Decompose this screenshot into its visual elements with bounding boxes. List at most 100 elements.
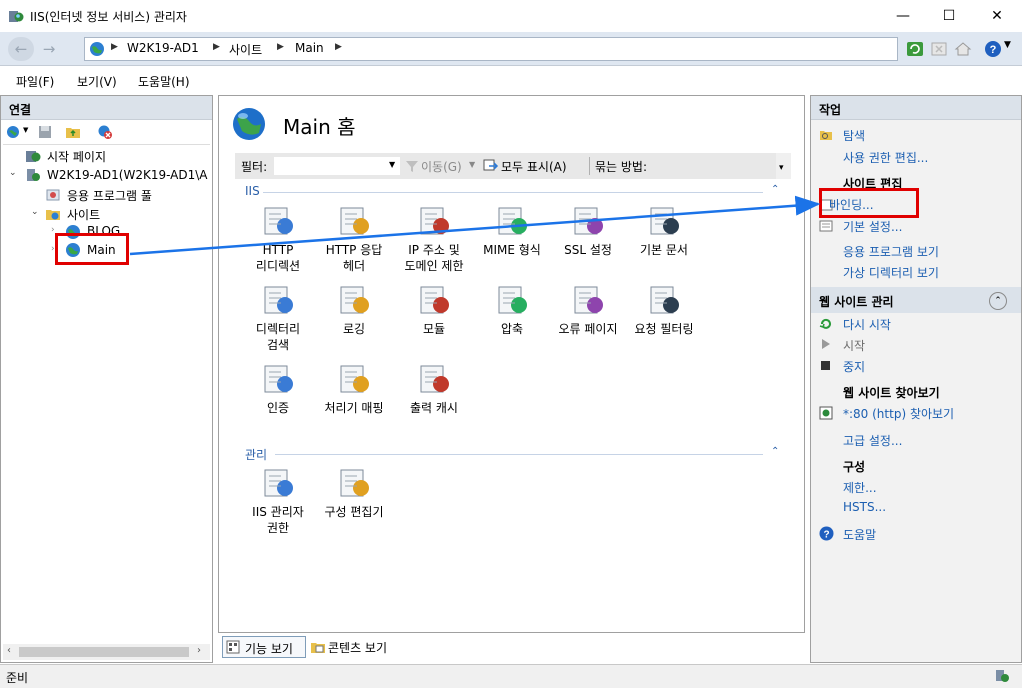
tab-features-label: 기능 보기 (245, 642, 293, 656)
feature-logging[interactable]: 로깅 (315, 283, 393, 337)
action-explore[interactable]: 탐색 (843, 127, 865, 144)
start-icon (822, 339, 830, 349)
save-icon[interactable] (37, 124, 53, 140)
breadcrumb-sites[interactable]: 사이트 (229, 41, 262, 58)
close-button[interactable]: ✕ (974, 0, 1020, 32)
home-icon[interactable] (954, 40, 972, 58)
feature-error-pages[interactable]: 오류 페이지 (549, 283, 627, 337)
status-bar: 준비 (0, 664, 1022, 688)
feature-modules[interactable]: 모듈 (395, 283, 473, 337)
breadcrumb-main[interactable]: Main (295, 41, 324, 55)
globe-icon (90, 42, 104, 56)
connect-globe-icon[interactable] (5, 124, 21, 140)
up-folder-icon[interactable] (65, 124, 81, 140)
stop-icon[interactable] (930, 40, 948, 58)
breadcrumb[interactable]: ▶ W2K19-AD1 ▶ 사이트 ▶ Main ▶ (84, 37, 898, 61)
feature-ssl-settings[interactable]: SSL 설정 (549, 204, 627, 258)
connect-dropdown-icon[interactable]: ▼ (23, 126, 28, 134)
feature-authentication[interactable]: 인증 (239, 362, 317, 416)
breadcrumb-server[interactable]: W2K19-AD1 (127, 41, 199, 55)
feature-output-caching[interactable]: 출력 캐시 (395, 362, 473, 416)
feature-label: 검색 (266, 338, 290, 352)
filter-dropdown-icon[interactable]: ▼ (389, 160, 395, 169)
breadcrumb-separator-icon: ▶ (213, 42, 220, 52)
menu-view[interactable]: 보기(V) (77, 73, 117, 90)
help-dropdown-icon[interactable]: ▼ (1004, 40, 1011, 50)
action-stop[interactable]: 중지 (843, 358, 865, 375)
vertical-scrollbar[interactable]: ▾ (776, 153, 791, 179)
action-advanced-settings[interactable]: 고급 설정... (843, 432, 902, 449)
action-view-applications[interactable]: 응용 프로그램 보기 (843, 243, 939, 260)
scroll-right-icon[interactable]: › (197, 645, 201, 656)
group-divider (275, 454, 763, 455)
tree-item-app-pools[interactable]: 응용 프로그램 풀 (67, 187, 152, 204)
action-browse-80[interactable]: *:80 (http) 찾아보기 (843, 405, 954, 422)
tab-content-view[interactable]: 콘텐츠 보기 (328, 639, 387, 656)
feature-label: 권한 (266, 521, 290, 535)
collapse-section-icon[interactable]: ⌃ (989, 292, 1007, 310)
action-basic-settings[interactable]: 기본 설정... (843, 218, 902, 235)
feature-ip-domain-restrictions[interactable]: IP 주소 및 도메인 제한 (395, 204, 473, 274)
feature-request-filtering[interactable]: 요청 필터링 (625, 283, 703, 337)
action-view-virtual-directories[interactable]: 가상 디렉터리 보기 (843, 264, 939, 281)
feature-label: 오류 페이지 (558, 322, 618, 336)
filter-input[interactable] (273, 156, 401, 176)
scroll-left-icon[interactable]: ‹ (7, 645, 11, 656)
output-caching-icon (420, 365, 449, 393)
scroll-down-icon[interactable]: ▾ (779, 163, 784, 173)
feature-handler-mappings[interactable]: 처리기 매핑 (315, 362, 393, 416)
action-start[interactable]: 시작 (843, 337, 865, 354)
minimize-button[interactable]: — (880, 0, 926, 32)
refresh-icon[interactable] (906, 40, 924, 58)
feature-iis-manager-permissions[interactable]: IIS 관리자 권한 (239, 466, 317, 536)
delete-connection-icon[interactable] (97, 124, 113, 140)
collapse-manage-icon[interactable]: ⌃ (771, 446, 779, 457)
stop-square-icon (821, 361, 830, 370)
action-hsts[interactable]: HSTS... (843, 500, 886, 514)
tree-item-start-page[interactable]: 시작 페이지 (47, 148, 106, 165)
maximize-button[interactable]: ☐ (926, 0, 972, 32)
connections-header: 연결 (1, 96, 212, 120)
go-button[interactable]: 이동(G) (421, 158, 462, 175)
start-page-icon (26, 151, 41, 162)
feature-default-document[interactable]: 기본 문서 (625, 204, 703, 258)
http-redirect-icon (264, 207, 293, 235)
action-edit-permissions[interactable]: 사용 권한 편집... (843, 149, 928, 166)
tab-features-view[interactable]: 기능 보기 (222, 636, 306, 658)
action-help[interactable]: 도움말 (843, 526, 876, 543)
status-text: 준비 (6, 671, 29, 685)
action-restart[interactable]: 다시 시작 (843, 316, 891, 333)
modules-icon (420, 286, 449, 314)
action-limits[interactable]: 제한... (843, 479, 877, 496)
feature-label: 처리기 매핑 (324, 401, 384, 415)
group-by-label[interactable]: 묶는 방법: (595, 158, 647, 175)
tree-expand-server-icon[interactable]: ⌄ (9, 168, 17, 178)
http-response-headers-icon (340, 207, 369, 235)
feature-directory-browsing[interactable]: 디렉터리 검색 (239, 283, 317, 353)
show-all-button[interactable]: 모두 표시(A) (501, 158, 567, 175)
forward-button[interactable]: → (36, 37, 62, 61)
horizontal-scrollbar[interactable]: ‹ › (3, 644, 210, 660)
actions-pane: 작업 탐색 사용 권한 편집... 사이트 편집 바인딩... 기본 설정...… (810, 95, 1022, 663)
feature-http-response-headers[interactable]: HTTP 응답 헤더 (315, 204, 393, 274)
collapse-iis-icon[interactable]: ⌃ (771, 184, 779, 195)
feature-mime-types[interactable]: MIME 형식 (473, 204, 551, 258)
content-view-icon (311, 643, 325, 653)
feature-label: 헤더 (342, 259, 366, 273)
help-icon[interactable]: ? (984, 40, 1002, 58)
feature-label: SSL 설정 (564, 243, 612, 257)
menu-help[interactable]: 도움말(H) (138, 73, 190, 90)
back-button[interactable]: ← (8, 37, 34, 61)
menu-file[interactable]: 파일(F) (16, 73, 54, 90)
feature-configuration-editor[interactable]: 구성 편집기 (315, 466, 393, 520)
go-dropdown-icon[interactable]: ▼ (469, 160, 475, 169)
tree-expand-sites-icon[interactable]: ⌄ (31, 207, 39, 217)
configuration-editor-icon (340, 469, 369, 497)
feature-compression[interactable]: 압축 (473, 283, 551, 337)
tree-item-sites[interactable]: 사이트 (67, 206, 100, 223)
feature-http-redirect[interactable]: HTTP 리디렉션 (239, 204, 317, 274)
tree-item-server[interactable]: W2K19-AD1(W2K19-AD1\A (47, 168, 210, 182)
restart-icon (819, 318, 831, 329)
scrollbar-thumb[interactable] (19, 647, 189, 657)
feature-label: IP 주소 및 (408, 243, 460, 257)
